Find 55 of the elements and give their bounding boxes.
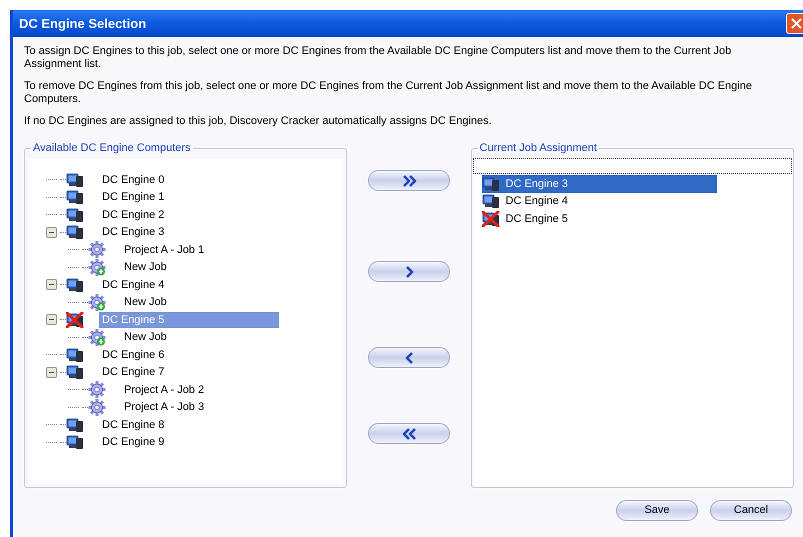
tree-item[interactable]: DC Engine 7: [102, 364, 164, 380]
list-item[interactable]: DC Engine 4: [482, 192, 717, 210]
move-button[interactable]: [368, 423, 450, 444]
double-chevron-right-icon: [402, 174, 416, 188]
collapse-toggle[interactable]: [46, 314, 57, 326]
list-item[interactable]: DC Engine 5: [482, 210, 717, 228]
tree-item[interactable]: New Job: [124, 329, 167, 346]
tree-item[interactable]: DC Engine 2: [102, 206, 164, 223]
cancel-button[interactable]: Cancel: [710, 500, 792, 521]
list-item[interactable]: DC Engine 3: [482, 175, 717, 192]
collapse-toggle[interactable]: [46, 366, 57, 378]
gear-icon: [88, 381, 106, 398]
computer-icon: [482, 193, 500, 210]
collapse-toggle[interactable]: [46, 226, 57, 238]
close-icon: [791, 18, 802, 29]
instruction-text: If no DC Engines are assigned to this job, Discovery Cracker automatically assigns DC Engines.: [24, 115, 493, 128]
double-chevron-left-icon: [402, 426, 416, 440]
tree-item[interactable]: DC Engine 1: [102, 189, 164, 206]
computer-icon: [66, 434, 84, 450]
move-button[interactable]: [368, 170, 450, 191]
computer-icon: [66, 189, 84, 206]
save-button[interactable]: Save: [616, 500, 698, 521]
group-title: Available DC Engine Computers: [31, 141, 193, 155]
computer-icon: [66, 224, 84, 240]
tree-item[interactable]: New Job: [124, 259, 167, 276]
tree-item[interactable]: Project A - Job 2: [124, 382, 204, 398]
tree-item[interactable]: DC Engine 8: [102, 416, 164, 433]
computer-icon: [66, 172, 84, 188]
computer-icon: [66, 346, 84, 363]
tree-item[interactable]: DC Engine 6: [102, 346, 164, 363]
tree-item[interactable]: DC Engine 0: [102, 172, 164, 188]
offline-computer-icon: [482, 210, 500, 227]
offline-computer-icon: [66, 312, 84, 328]
gear-plus-icon: [88, 294, 106, 311]
tree-item[interactable]: DC Engine 4: [102, 276, 164, 293]
gear-plus-icon: [88, 258, 106, 276]
gear-icon: [88, 398, 106, 416]
instruction-text: To assign DC Engines to this job, select one or more DC Engines from the Available DC Engine Computers list and move them to the Current Job Assignment list.: [24, 45, 732, 71]
tree-item[interactable]: Project A - Job 1: [124, 242, 204, 258]
computer-icon: [66, 206, 84, 223]
instruction-text: To remove DC Engines from this job, select one or more DC Engines from the Current Job Assignment list and move them to the Available DC Engine Computers.: [24, 80, 753, 106]
window-title: DC Engine Selection: [19, 14, 146, 33]
computer-icon: [66, 364, 84, 380]
gear-plus-icon: [88, 328, 106, 346]
group-title: Current Job Assignment: [478, 141, 599, 155]
gear-icon: [88, 241, 106, 258]
computer-icon: [66, 276, 84, 293]
tree-item[interactable]: New Job: [124, 294, 167, 310]
tree-item[interactable]: Project A - Job 3: [124, 399, 204, 416]
computer-icon: [66, 416, 84, 433]
close-button[interactable]: [786, 13, 803, 34]
tree-item[interactable]: DC Engine 3: [102, 224, 164, 240]
tree-item[interactable]: DC Engine 9: [102, 434, 164, 450]
computer-icon: [482, 176, 500, 192]
collapse-toggle[interactable]: [46, 279, 57, 290]
